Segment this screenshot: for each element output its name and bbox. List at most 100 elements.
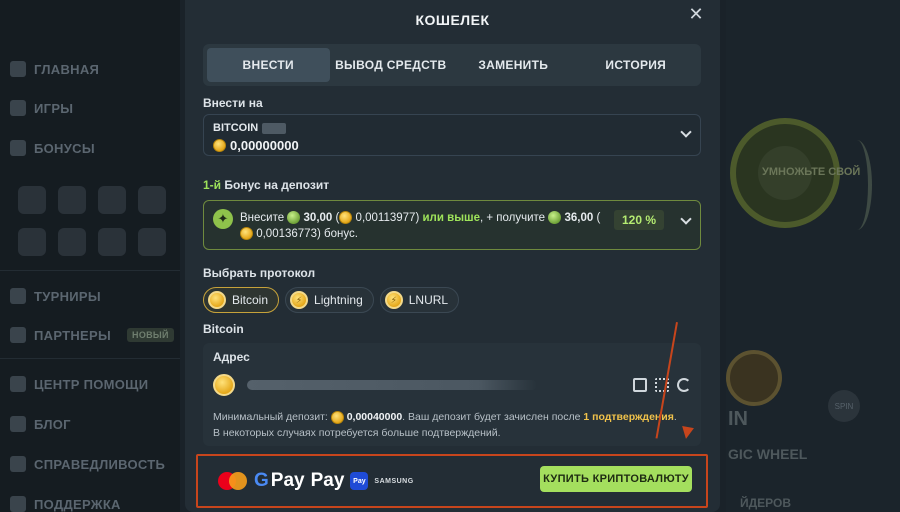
bonus-receive-text: , + получите <box>480 212 546 224</box>
bitcoin-coin-icon <box>213 374 235 396</box>
deposit-address-value[interactable] <box>247 380 537 390</box>
bitcoin-coin-icon <box>339 211 353 225</box>
bitcoin-coin-icon <box>330 410 344 424</box>
bonus-description: Внесите 30,00 ( 0,00113977) или выше, + … <box>240 211 601 241</box>
bonus-heading: 1-й Бонус на депозит <box>203 178 329 192</box>
lightning-icon: ⚡ <box>290 291 309 309</box>
home-icon <box>10 61 26 77</box>
min-deposit-note: Минимальный депозит: 0,00040000. Ваш деп… <box>213 409 683 441</box>
sidebar-item-support: ПОДДЕРЖКА <box>10 492 121 512</box>
gpay-text: Pay <box>270 470 305 491</box>
bonus-heading-accent: 1-й <box>203 178 222 192</box>
samsung-text: SAMSUNG <box>374 477 414 485</box>
bitcoin-icon <box>208 291 226 309</box>
sidebar-item-label: ТУРНИРЫ <box>34 288 101 304</box>
partners-icon <box>10 327 26 343</box>
note-middle: . Ваш депозит будет зачислен после <box>402 411 581 423</box>
wallet-tabs: ВНЕСТИ ВЫВОД СРЕДСТВ ЗАМЕНИТЬ ИСТОРИЯ <box>203 44 701 86</box>
mastercard-icon <box>218 472 248 490</box>
sidebar-item-label: СПРАВЕДЛИВОСТЬ <box>34 456 166 472</box>
min-deposit-value: 0,00040000 <box>346 411 403 423</box>
game-shortcut-icon <box>18 186 46 214</box>
currency-select[interactable]: BITCOIN 0,00000000 <box>203 114 701 156</box>
currency-tag <box>262 122 287 134</box>
deposit-address-panel: Адрес Минимальный депозит: 0,00040000. В… <box>203 343 701 446</box>
tab-deposit[interactable]: ВНЕСТИ <box>207 48 330 82</box>
copy-icon[interactable] <box>633 378 647 392</box>
close-icon[interactable]: ✕ <box>686 4 706 24</box>
protocol-lnurl-button[interactable]: ⚡ LNURL <box>379 287 460 313</box>
sidebar-item-bonuses: БОНУСЫ <box>10 136 95 160</box>
magic-wheel-graphic <box>726 350 782 406</box>
buy-crypto-panel: G Pay Pay Pay SAMSUNG КУПИТЬ КРИПТОВАЛЮТУ <box>196 454 708 508</box>
gamepad-icon <box>10 100 26 116</box>
deposit-to-label: Внести на <box>203 96 263 110</box>
chevron-down-icon[interactable] <box>680 213 692 225</box>
bonus-star-icon: ✦ <box>213 209 233 229</box>
game-shortcut-icon <box>138 186 166 214</box>
bonus-or-more: или выше <box>422 212 480 224</box>
protocol-label-text: Bitcoin <box>232 293 269 307</box>
payment-methods: G Pay Pay Pay SAMSUNG <box>218 470 414 492</box>
bitcoin-coin-icon <box>213 139 226 152</box>
sidebar-item-label: ИГРЫ <box>34 100 74 116</box>
sidebar-item-fairness: СПРАВЕДЛИВОСТЬ <box>10 452 165 476</box>
sidebar-item-partners: ПАРТНЕРЫ НОВЫЙ <box>10 323 174 347</box>
game-shortcut-grid <box>18 186 166 256</box>
sidebar-item-blog: БЛОГ <box>10 412 71 436</box>
deposit-bonus-card[interactable]: ✦ Внесите 30,00 ( 0,00113977) или выше, … <box>203 200 701 250</box>
currency-name-text: BITCOIN <box>213 122 259 134</box>
sidebar-item-help: ЦЕНТР ПОМОЩИ <box>10 372 148 396</box>
chevron-down-icon <box>680 126 692 138</box>
sidebar-item-games: ИГРЫ <box>10 96 73 120</box>
new-badge: НОВЫЙ <box>127 328 174 342</box>
trophy-icon <box>10 288 26 304</box>
selected-protocol-heading: Bitcoin <box>203 322 244 336</box>
protocol-label-text: LNURL <box>408 293 449 307</box>
blog-icon <box>10 416 26 432</box>
annotation-arrow-head <box>680 426 694 440</box>
game-shortcut-icon <box>58 228 86 256</box>
wheel-title-fragment: IN <box>728 408 748 430</box>
sidebar-item-label: ПАРТНЕРЫ <box>34 327 112 343</box>
tab-exchange[interactable]: ЗАМЕНИТЬ <box>452 48 575 82</box>
fairness-icon <box>10 456 26 472</box>
address-row <box>213 371 691 399</box>
bonus-suffix: бонус. <box>324 228 358 240</box>
bonus-deposit-amount: 30,00 <box>303 212 333 224</box>
wallet-modal: КОШЕЛЕК ✕ ВНЕСТИ ВЫВОД СРЕДСТВ ЗАМЕНИТЬ … <box>185 0 720 512</box>
sidebar-item-label: БОНУСЫ <box>34 140 95 156</box>
protocol-lightning-button[interactable]: ⚡ Lightning <box>285 287 374 313</box>
sidebar-item-label: ПОДДЕРЖКА <box>34 496 121 512</box>
protocol-label: Выбрать протокол <box>203 266 316 280</box>
sidebar-item-tournaments: ТУРНИРЫ <box>10 284 101 308</box>
apay-text: Pay <box>310 470 345 491</box>
refresh-icon[interactable] <box>677 378 691 392</box>
game-shortcut-icon <box>98 186 126 214</box>
currency-balance: 0,00000000 <box>213 138 299 153</box>
cash-coin-icon <box>287 211 301 225</box>
buy-crypto-button[interactable]: КУПИТЬ КРИПТОВАЛЮТУ <box>540 466 692 492</box>
protocol-bitcoin-button[interactable]: Bitcoin <box>203 287 280 313</box>
apple-pay-icon: Pay <box>311 470 345 492</box>
address-label: Адрес <box>213 350 250 364</box>
currency-name: BITCOIN <box>213 122 287 134</box>
game-shortcut-icon <box>18 228 46 256</box>
bonus-amount: 36,00 <box>564 212 594 224</box>
samsung-pay-icon: Pay <box>350 472 369 490</box>
game-shortcut-icon <box>98 228 126 256</box>
address-actions <box>633 378 691 392</box>
bonus-text-prefix: Внесите <box>240 212 285 224</box>
leaders-fragment: ЙДЕРОВ <box>740 496 792 510</box>
tab-history[interactable]: ИСТОРИЯ <box>575 48 698 82</box>
spin-button: SPIN <box>828 390 860 422</box>
lightning-icon: ⚡ <box>384 291 403 309</box>
tab-withdraw[interactable]: ВЫВОД СРЕДСТВ <box>330 48 453 82</box>
background-sidebar: ГЛАВНАЯ ИГРЫ БОНУСЫ ТУРНИРЫ ПАРТНЕРЫ НОВ… <box>0 0 180 512</box>
note-prefix: Минимальный депозит: <box>213 411 328 423</box>
divider <box>0 270 180 271</box>
bonus-heading-text: Бонус на депозит <box>221 178 330 192</box>
modal-title: КОШЕЛЕК <box>415 12 490 28</box>
cash-coin-icon <box>548 211 562 225</box>
help-icon <box>10 376 26 392</box>
